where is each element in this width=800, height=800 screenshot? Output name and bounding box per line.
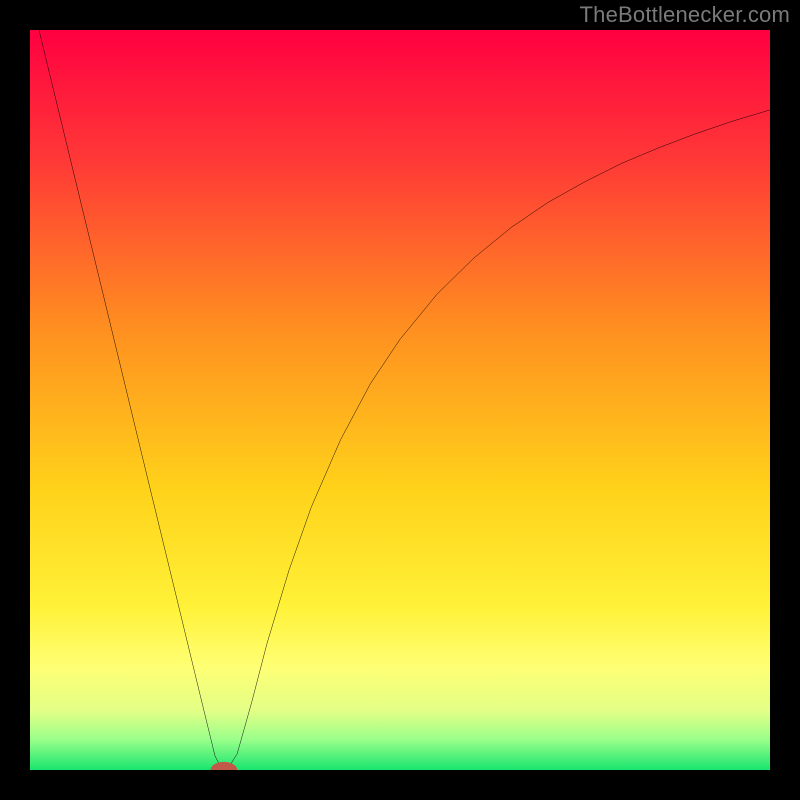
watermark-text: TheBottlenecker.com <box>580 2 790 28</box>
chart-frame: TheBottlenecker.com <box>0 0 800 800</box>
chart-plot <box>30 30 770 770</box>
chart-background <box>30 30 770 770</box>
